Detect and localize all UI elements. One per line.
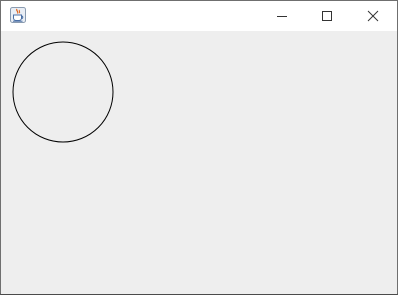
close-button[interactable] (351, 1, 395, 31)
app-window (0, 0, 398, 295)
minimize-button[interactable] (260, 1, 304, 31)
java-cup-icon[interactable] (10, 7, 26, 23)
maximize-button[interactable] (305, 1, 349, 31)
title-bar[interactable] (1, 1, 397, 31)
close-icon (367, 10, 379, 22)
canvas-drawing (12, 41, 114, 143)
circle-shape (12, 41, 114, 143)
drawing-canvas (1, 31, 397, 294)
minimize-icon (277, 16, 287, 17)
maximize-icon (322, 11, 332, 21)
